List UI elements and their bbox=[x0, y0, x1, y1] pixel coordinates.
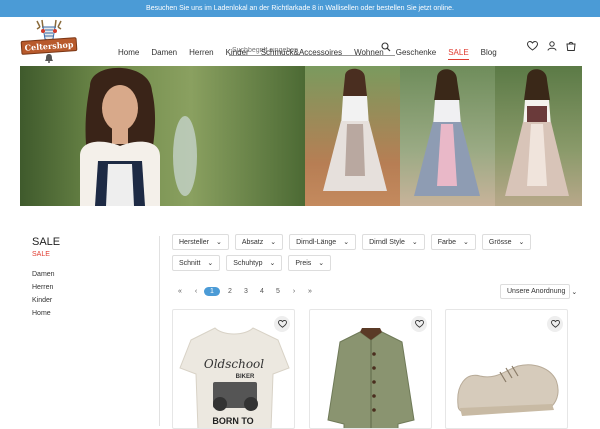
shop-logo[interactable]: Celtershop bbox=[18, 19, 78, 69]
sidebar-item-kinder[interactable]: Kinder bbox=[32, 297, 142, 304]
main-nav: Home Damen Herren Kinder Schmuck&Accesso… bbox=[118, 48, 509, 60]
hero-panel-dirndl-2 bbox=[400, 66, 495, 206]
nav-item-blog[interactable]: Blog bbox=[481, 48, 497, 60]
hero-panel-dirndl-1 bbox=[305, 66, 400, 206]
filter-schuhtyp[interactable]: Schuhtyp ⌄ bbox=[226, 255, 283, 271]
nav-item-geschenke[interactable]: Geschenke bbox=[396, 48, 436, 60]
sidebar-divider bbox=[159, 236, 160, 426]
wishlist-button[interactable] bbox=[547, 316, 563, 332]
nav-item-herren[interactable]: Herren bbox=[189, 48, 213, 60]
sort-label: Unsere Anordnung bbox=[507, 288, 566, 295]
page-last-button[interactable]: » bbox=[302, 288, 318, 295]
dirndl-model-1-image bbox=[323, 68, 387, 191]
chevron-down-icon: ⌄ bbox=[518, 239, 525, 246]
chevron-down-icon: ⌄ bbox=[215, 239, 222, 246]
dirndl-model-2-image bbox=[414, 69, 480, 196]
page-button-3[interactable]: 3 bbox=[238, 288, 254, 295]
product-card[interactable]: Oldschool BIKER BORN TO bbox=[172, 309, 295, 429]
filter-dirndl-laenge[interactable]: Dirndl-Länge ⌄ bbox=[289, 234, 357, 250]
tshirt-print-text-3: BORN TO bbox=[212, 416, 253, 426]
heart-icon bbox=[414, 320, 424, 328]
filter-absatz[interactable]: Absatz ⌄ bbox=[234, 234, 284, 250]
hero-panel-portrait bbox=[20, 66, 305, 206]
filter-schnitt[interactable]: Schnitt ⌄ bbox=[172, 255, 221, 271]
bell-icon bbox=[45, 54, 53, 63]
product-card[interactable] bbox=[445, 309, 568, 429]
nav-item-schmuck[interactable]: Schmuck&Accessoires bbox=[261, 48, 342, 60]
page-first-button[interactable]: « bbox=[172, 288, 188, 295]
page-button-5[interactable]: 5 bbox=[270, 288, 286, 295]
filter-farbe[interactable]: Farbe ⌄ bbox=[430, 234, 476, 250]
page-button-2[interactable]: 2 bbox=[222, 288, 238, 295]
pagination: « ‹ 1 2 3 4 5 › » bbox=[172, 287, 318, 296]
filter-hersteller[interactable]: Hersteller ⌄ bbox=[172, 234, 229, 250]
sidebar-item-home[interactable]: Home bbox=[32, 310, 142, 317]
wishlist-button[interactable] bbox=[274, 316, 290, 332]
nav-item-sale[interactable]: SALE bbox=[448, 48, 469, 60]
chevron-down-icon: ⌄ bbox=[463, 239, 469, 246]
announcement-text: Besuchen Sie uns im Ladenlokal an der Ri… bbox=[146, 5, 454, 12]
chevron-down-icon: ⌄ bbox=[269, 260, 276, 267]
sidebar-item-damen[interactable]: Damen bbox=[32, 271, 142, 278]
page-prev-button[interactable]: ‹ bbox=[188, 288, 204, 295]
chevron-down-icon: ⌄ bbox=[270, 239, 277, 246]
filter-dirndl-style[interactable]: Dirndl Style ⌄ bbox=[362, 234, 425, 250]
heart-icon bbox=[277, 320, 287, 328]
category-list: Damen Herren Kinder Home bbox=[32, 271, 142, 317]
nav-item-kinder[interactable]: Kinder bbox=[226, 48, 249, 60]
nav-item-wohnen[interactable]: Wohnen bbox=[354, 48, 384, 60]
category-subtitle: SALE bbox=[32, 251, 50, 258]
sort-select[interactable]: Unsere Anordnung ⌄ bbox=[500, 284, 577, 299]
page-button-4[interactable]: 4 bbox=[254, 288, 270, 295]
chevron-down-icon: ⌄ bbox=[207, 260, 214, 267]
account-icon[interactable] bbox=[547, 41, 557, 51]
category-sidebar: SALE SALE Damen Herren Kinder Home bbox=[32, 236, 142, 323]
chevron-down-icon: ⌄ bbox=[318, 260, 325, 267]
category-title: SALE bbox=[32, 236, 61, 248]
product-card[interactable] bbox=[309, 309, 432, 429]
filter-groesse[interactable]: Grösse ⌄ bbox=[481, 234, 532, 250]
page-next-button[interactable]: › bbox=[286, 288, 302, 295]
wishlist-heart-icon[interactable] bbox=[527, 41, 538, 51]
announcement-bar: Besuchen Sie uns im Ladenlokal an der Ri… bbox=[0, 0, 600, 17]
dirndl-model-3-image bbox=[505, 69, 569, 196]
hero-panel-dirndl-3 bbox=[495, 66, 582, 206]
wishlist-button[interactable] bbox=[411, 316, 427, 332]
chevron-down-icon: ⌄ bbox=[571, 288, 578, 296]
filter-bar: Hersteller ⌄ Absatz ⌄ Dirndl-Länge ⌄ Dirndl… bbox=[172, 234, 572, 276]
filter-preis[interactable]: Preis ⌄ bbox=[288, 255, 332, 271]
cart-icon[interactable] bbox=[566, 41, 576, 51]
sidebar-item-herren[interactable]: Herren bbox=[32, 284, 142, 291]
heart-icon bbox=[550, 320, 560, 328]
nav-item-damen[interactable]: Damen bbox=[151, 48, 177, 60]
page-button-1[interactable]: 1 bbox=[204, 287, 220, 296]
chevron-down-icon: ⌄ bbox=[411, 239, 418, 246]
tshirt-print-text-2: BIKER bbox=[236, 374, 255, 380]
tshirt-print-text-1: Oldschool bbox=[204, 357, 264, 371]
hero-banner[interactable] bbox=[20, 66, 582, 206]
nav-item-home[interactable]: Home bbox=[118, 48, 139, 60]
hero-portrait-image bbox=[80, 67, 197, 206]
chevron-down-icon: ⌄ bbox=[343, 239, 350, 246]
